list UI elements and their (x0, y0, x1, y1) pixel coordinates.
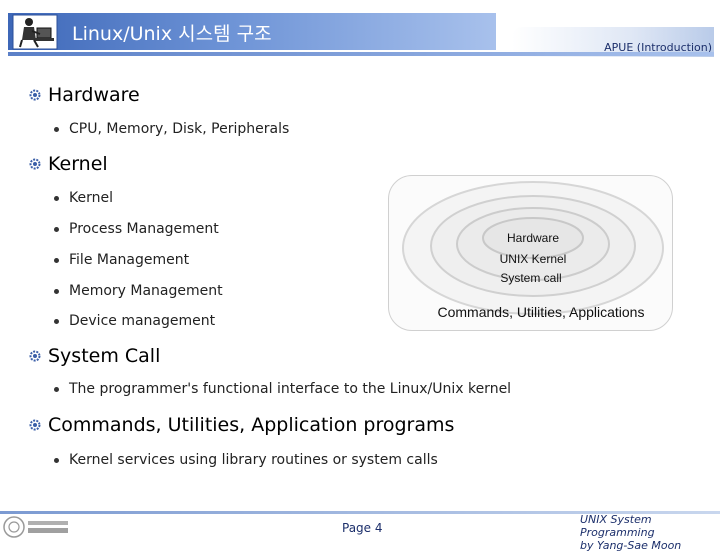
header-divider (8, 52, 714, 56)
list-item: File Management (54, 252, 189, 268)
list-item: Memory Management (54, 283, 223, 299)
list-item: CPU, Memory, Disk, Peripherals (54, 121, 289, 137)
bullet-gear-icon (29, 419, 41, 431)
person-at-computer-icon (12, 14, 58, 50)
section-heading-commands: Commands, Utilities, Application program… (28, 414, 454, 436)
bullet-gear-icon (29, 158, 41, 170)
layer-hardware-label: Hardware (507, 231, 559, 245)
course-credit: UNIX System Programming by Yang-Sae Moon (580, 513, 682, 552)
layer-syscall-label: System call (500, 271, 561, 285)
university-logo (3, 516, 68, 538)
section-heading-kernel: Kernel (28, 153, 108, 175)
list-item: Kernel services using library routines o… (54, 452, 438, 468)
section-heading-system-call: System Call (28, 345, 160, 367)
bullet-gear-icon (29, 89, 41, 101)
page-title: Linux/Unix 시스템 구조 (72, 23, 272, 45)
list-item: Process Management (54, 221, 219, 237)
section-heading-hardware: Hardware (28, 84, 140, 106)
layer-commands-label: Commands, Utilities, Applications (438, 304, 645, 320)
unix-layer-diagram: Hardware UNIX Kernel System call Command… (388, 175, 673, 331)
list-item: Device management (54, 313, 215, 329)
list-item: Kernel (54, 190, 113, 206)
bullet-gear-icon (29, 350, 41, 362)
page-number: Page 4 (342, 521, 383, 535)
layer-kernel-label: UNIX Kernel (500, 252, 567, 266)
list-item: The programmer's functional interface to… (54, 381, 511, 397)
concentric-layers: Hardware UNIX Kernel System call Command… (402, 181, 664, 320)
